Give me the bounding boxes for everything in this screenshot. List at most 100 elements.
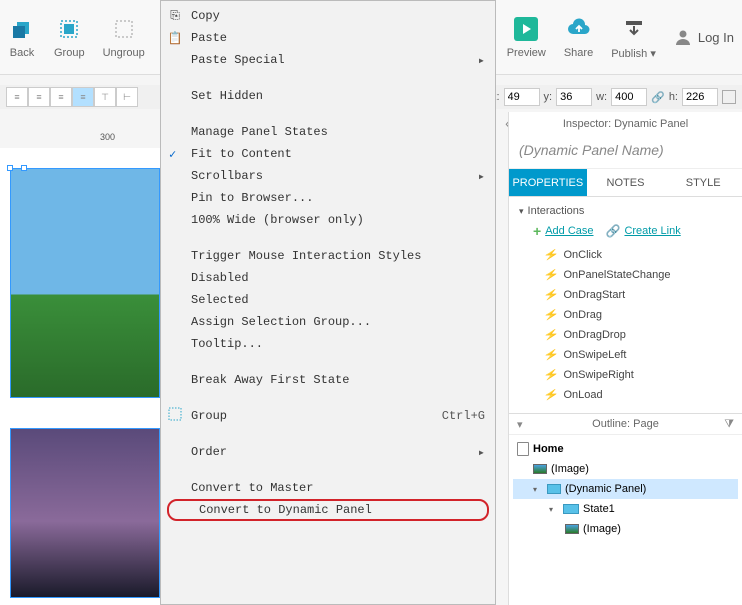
event-onclick[interactable]: ⚡ OnClick (545, 245, 732, 265)
event-ondragdrop-label: OnDragDrop (563, 329, 625, 341)
h-input[interactable] (682, 88, 718, 106)
share-button[interactable]: Share (564, 15, 593, 59)
resize-handle[interactable] (21, 165, 27, 171)
event-onswipeleft[interactable]: ⚡OnSwipeLeft (545, 345, 732, 365)
menu-trigger-mouse[interactable]: Trigger Mouse Interaction Styles (161, 245, 495, 267)
event-onclick-label: OnClick (563, 249, 602, 261)
publish-label: Publish ▾ (611, 47, 656, 60)
menu-convert-dynamic-panel[interactable]: Convert to Dynamic Panel (167, 499, 489, 521)
canvas[interactable] (0, 148, 160, 605)
tab-style[interactable]: STYLE (664, 169, 742, 196)
tree-state1-label: State1 (583, 503, 615, 515)
align-middle-button[interactable]: ⊢ (116, 87, 138, 107)
event-onpanelstatechange[interactable]: ⚡ OnPanelStateChange (545, 265, 732, 285)
link-icon[interactable]: 🔗 (651, 91, 665, 104)
login-button[interactable]: Log In (674, 28, 734, 46)
add-case-link[interactable]: Add Case (545, 225, 593, 237)
group-button[interactable]: Group (54, 15, 85, 59)
tree-image-1-label: (Image) (551, 463, 589, 475)
menu-copy[interactable]: ⎘ Copy (161, 5, 495, 27)
y-label: y: (544, 91, 553, 103)
lightning-icon: ⚡ (543, 350, 559, 361)
user-icon (674, 28, 692, 46)
tab-properties[interactable]: PROPERTIES (509, 169, 587, 196)
menu-break-away[interactable]: Break Away First State (161, 369, 495, 391)
outline-tree: Home (Image) ▾ (Dynamic Panel) ▾ State1 … (509, 435, 742, 543)
preview-button[interactable]: Preview (507, 15, 546, 59)
tree-image-1[interactable]: (Image) (513, 459, 738, 479)
menu-break-away-label: Break Away First State (191, 373, 349, 387)
tree-image-2[interactable]: (Image) (513, 519, 738, 539)
menu-set-hidden-label: Set Hidden (191, 89, 263, 103)
event-ondragdrop[interactable]: ⚡OnDragDrop (545, 325, 732, 345)
chevron-down-icon[interactable]: ▾ (517, 418, 523, 431)
menu-100-wide-label: 100% Wide (browser only) (191, 213, 364, 227)
ungroup-button[interactable]: Ungroup (103, 15, 145, 59)
x-input[interactable] (504, 88, 540, 106)
tree-home[interactable]: Home (513, 439, 738, 459)
back-button[interactable]: Back (8, 15, 36, 59)
inspector-panel: Inspector: Dynamic Panel (Dynamic Panel … (508, 112, 742, 605)
ungroup-icon (110, 15, 138, 43)
menu-convert-dynamic-label: Convert to Dynamic Panel (199, 503, 372, 517)
align-center-button[interactable]: ≡ (28, 87, 50, 107)
interactions-header[interactable]: ▾Interactions (519, 205, 732, 217)
tree-home-label: Home (533, 443, 564, 455)
menu-separator (161, 107, 495, 121)
menu-assign-selection-group[interactable]: Assign Selection Group... (161, 311, 495, 333)
h-label: h: (669, 91, 678, 103)
event-onpanelstatechange-label: OnPanelStateChange (563, 269, 670, 281)
w-input[interactable] (611, 88, 647, 106)
menu-tooltip[interactable]: Tooltip... (161, 333, 495, 355)
menu-convert-master[interactable]: Convert to Master (161, 477, 495, 499)
event-onswiperight-label: OnSwipeRight (563, 369, 633, 381)
copy-icon: ⎘ (167, 9, 183, 23)
resize-handle[interactable] (7, 165, 13, 171)
group-icon (55, 15, 83, 43)
menu-paste[interactable]: 📋Paste (161, 27, 495, 49)
menu-manage-panel-states[interactable]: Manage Panel States (161, 121, 495, 143)
menu-selected[interactable]: Selected (161, 289, 495, 311)
filter-icon[interactable]: ⧩ (724, 418, 734, 431)
menu-order-label: Order (191, 445, 227, 459)
align-top-button[interactable]: ⊤ (94, 87, 116, 107)
tree-dynamic-panel[interactable]: ▾ (Dynamic Panel) (513, 479, 738, 499)
align-justify-button[interactable]: ≡ (72, 87, 94, 107)
menu-copy-label: Copy (191, 9, 220, 23)
create-link-link[interactable]: Create Link (624, 225, 680, 237)
align-left-button[interactable]: ≡ (6, 87, 28, 107)
menu-paste-special[interactable]: Paste Special▸ (161, 49, 495, 71)
check-icon: ✓ (169, 147, 176, 162)
menu-group[interactable]: GroupCtrl+G (161, 405, 495, 427)
event-onswiperight[interactable]: ⚡OnSwipeRight (545, 365, 732, 385)
expand-icon[interactable]: ▾ (533, 485, 543, 494)
align-right-button[interactable]: ≡ (50, 87, 72, 107)
menu-100-wide[interactable]: 100% Wide (browser only) (161, 209, 495, 231)
y-input[interactable] (556, 88, 592, 106)
canvas-image-1[interactable] (10, 168, 160, 398)
expand-icon[interactable]: ▾ (549, 505, 559, 514)
menu-fit-to-content[interactable]: ✓Fit to Content (161, 143, 495, 165)
menu-pin-to-browser[interactable]: Pin to Browser... (161, 187, 495, 209)
lightning-icon: ⚡ (543, 250, 559, 261)
menu-paste-special-label: Paste Special (191, 53, 285, 67)
share-label: Share (564, 47, 593, 59)
chevron-down-icon: ▾ (519, 206, 524, 217)
inspector-name-field[interactable]: (Dynamic Panel Name) (509, 136, 742, 169)
event-list: ⚡ OnClick ⚡ OnPanelStateChange ⚡OnDragStar… (519, 241, 732, 405)
menu-disabled[interactable]: Disabled (161, 267, 495, 289)
menu-scrollbars[interactable]: Scrollbars▸ (161, 165, 495, 187)
event-ondragstart[interactable]: ⚡OnDragStart (545, 285, 732, 305)
hidden-checkbox[interactable] (722, 90, 736, 104)
menu-order[interactable]: Order▸ (161, 441, 495, 463)
menu-set-hidden[interactable]: Set Hidden (161, 85, 495, 107)
publish-button[interactable]: Publish ▾ (611, 15, 656, 60)
canvas-image-2[interactable] (10, 428, 160, 598)
lightning-icon: ⚡ (543, 270, 559, 281)
tree-state1[interactable]: ▾ State1 (513, 499, 738, 519)
menu-scrollbars-label: Scrollbars (191, 169, 263, 183)
event-onload[interactable]: ⚡OnLoad (545, 385, 732, 405)
event-ondrag[interactable]: ⚡OnDrag (545, 305, 732, 325)
tab-notes[interactable]: NOTES (587, 169, 665, 196)
lightning-icon: ⚡ (543, 390, 559, 401)
